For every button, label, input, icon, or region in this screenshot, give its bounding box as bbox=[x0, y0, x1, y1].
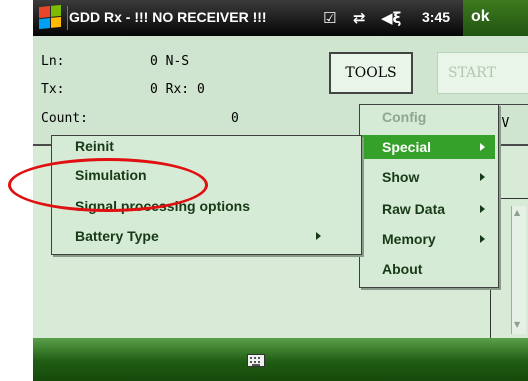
checkbox-icon[interactable]: ☑ bbox=[323, 9, 336, 27]
scroll-up-icon[interactable]: ▲ bbox=[514, 208, 520, 217]
ln-label: Ln: bbox=[41, 54, 65, 69]
annotation-ellipse bbox=[8, 158, 208, 212]
windows-flag-icon[interactable] bbox=[39, 4, 61, 30]
keyboard-icon[interactable] bbox=[247, 354, 265, 367]
menu-item-config[interactable]: Config bbox=[382, 109, 426, 125]
ln-value: 0 N-S bbox=[150, 54, 190, 69]
menu-item-show[interactable]: Show bbox=[382, 169, 419, 185]
menu-item-special[interactable]: Special bbox=[382, 139, 431, 155]
clock[interactable]: 3:45 bbox=[422, 9, 450, 25]
vertical-scrollbar[interactable]: ▲ ▼ bbox=[511, 206, 526, 334]
count-value: 0 bbox=[231, 111, 239, 126]
menu-item-about[interactable]: About bbox=[382, 261, 422, 277]
connectivity-icon[interactable]: ⇄ bbox=[353, 9, 366, 27]
submenu-arrow-icon bbox=[480, 143, 485, 151]
title-bar: GDD Rx - !!! NO RECEIVER !!! ☑ ⇄ ◀ξ 3:45… bbox=[33, 0, 528, 36]
menu-item-battery-type[interactable]: Battery Type bbox=[75, 228, 159, 244]
submenu-arrow-icon bbox=[316, 232, 321, 240]
softkey-bar bbox=[33, 338, 528, 381]
ok-button[interactable]: ok bbox=[463, 0, 528, 36]
volume-icon[interactable]: ◀ξ bbox=[381, 9, 401, 27]
tools-menu bbox=[359, 104, 499, 288]
count-label: Count: bbox=[41, 111, 88, 126]
submenu-arrow-icon bbox=[480, 173, 485, 181]
menu-item-raw-data[interactable]: Raw Data bbox=[382, 201, 445, 217]
tools-button[interactable]: TOOLS bbox=[329, 52, 413, 94]
menu-item-memory[interactable]: Memory bbox=[382, 231, 436, 247]
menu-item-reinit[interactable]: Reinit bbox=[75, 138, 114, 154]
tx-rx-value: 0 Rx: 0 bbox=[150, 82, 205, 97]
tx-label: Tx: bbox=[41, 82, 65, 97]
submenu-arrow-icon bbox=[480, 235, 485, 243]
start-button[interactable]: START bbox=[437, 52, 528, 94]
submenu-arrow-icon bbox=[480, 205, 485, 213]
scroll-down-icon[interactable]: ▼ bbox=[514, 320, 520, 329]
window-title: GDD Rx - !!! NO RECEIVER !!! bbox=[69, 9, 267, 25]
title-separator bbox=[67, 6, 68, 30]
